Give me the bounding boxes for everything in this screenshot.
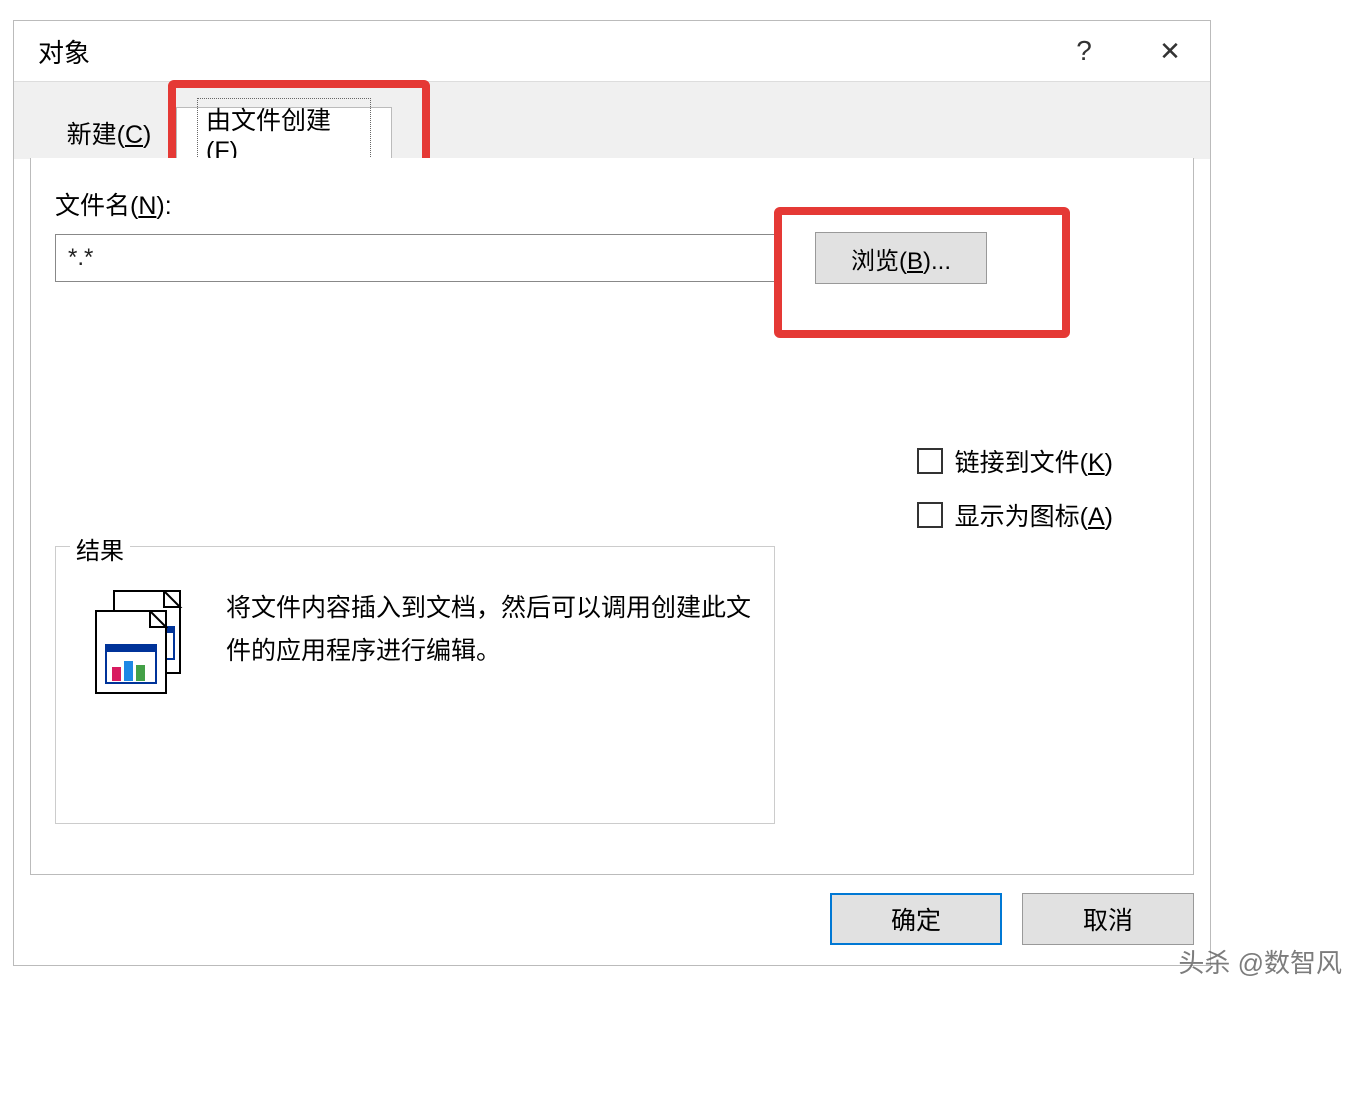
checkbox-link-to-file[interactable]: 链接到文件(K) (917, 443, 1113, 479)
filename-input[interactable] (55, 234, 775, 282)
result-groupbox: 结果 (55, 546, 775, 824)
embed-document-icon (86, 583, 206, 703)
cancel-button[interactable]: 取消 (1022, 893, 1194, 945)
close-button[interactable]: ✕ (1150, 31, 1190, 71)
result-description: 将文件内容插入到文档，然后可以调用创建此文件的应用程序进行编辑。 (226, 583, 754, 703)
filename-row: 浏览(B)... (55, 232, 1169, 284)
tab-new-label: 新建(C) (67, 115, 152, 151)
browse-button[interactable]: 浏览(B)... (815, 232, 987, 284)
filename-label: 文件名(N): (55, 186, 1169, 222)
help-icon: ? (1076, 35, 1092, 67)
help-button[interactable]: ? (1064, 31, 1104, 71)
titlebar: 对象 ? ✕ (14, 21, 1210, 81)
checkbox-link-label: 链接到文件(K) (955, 443, 1113, 479)
checkbox-group: 链接到文件(K) 显示为图标(A) (917, 443, 1113, 533)
checkbox-display-as-icon[interactable]: 显示为图标(A) (917, 497, 1113, 533)
ok-button[interactable]: 确定 (830, 893, 1002, 945)
object-dialog: 对象 ? ✕ 新建(C) 由文件创建(F) 文件名(N): 浏览(B)... (13, 20, 1211, 966)
titlebar-buttons: ? ✕ (1064, 31, 1190, 71)
checkbox-icon-label: 显示为图标(A) (955, 497, 1113, 533)
result-content: 将文件内容插入到文档，然后可以调用创建此文件的应用程序进行编辑。 (56, 547, 774, 723)
dialog-button-row: 确定 取消 (830, 893, 1194, 945)
tab-bar: 新建(C) 由文件创建(F) (14, 81, 1210, 159)
dialog-title: 对象 (38, 33, 1064, 70)
checkbox-box-icon (917, 448, 943, 474)
watermark-text: 头杀 @数智风 (1178, 943, 1342, 980)
tab-from-file[interactable]: 由文件创建(F) (176, 107, 392, 159)
checkbox-box-icon (917, 502, 943, 528)
result-label: 结果 (70, 531, 130, 566)
tab-new[interactable]: 新建(C) (44, 107, 174, 159)
close-icon: ✕ (1159, 36, 1181, 67)
tab-content: 文件名(N): 浏览(B)... 链接到文件(K) 显示为图标(A) 结果 (30, 158, 1194, 875)
